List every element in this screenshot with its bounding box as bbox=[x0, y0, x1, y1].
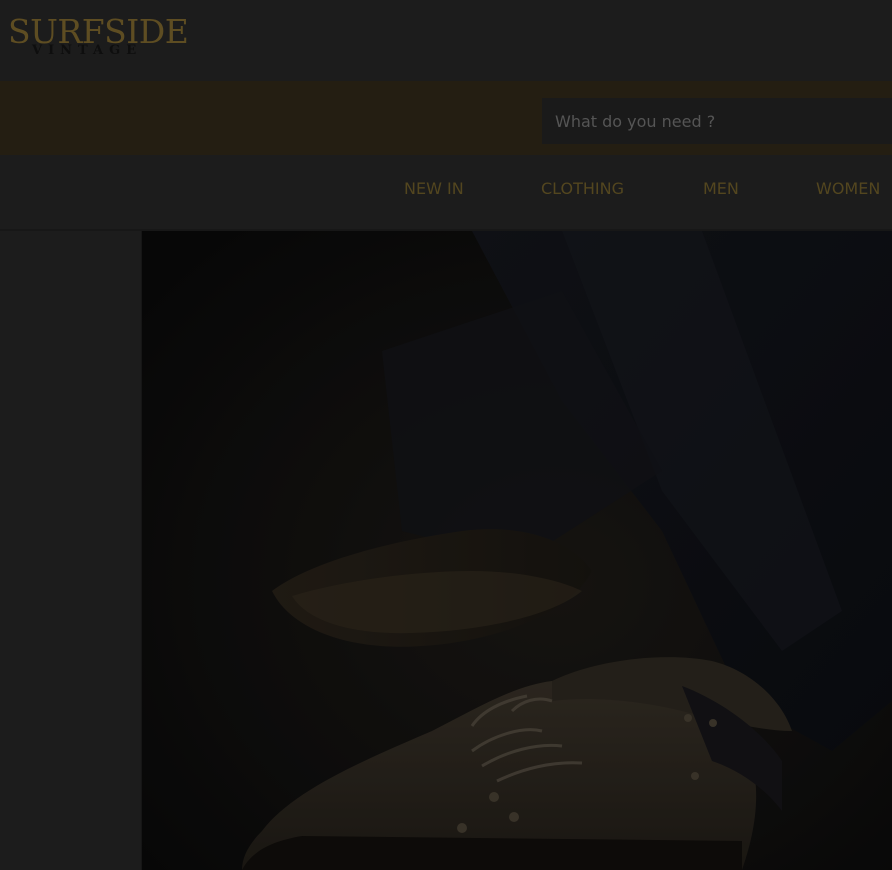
search-band bbox=[0, 81, 892, 155]
nav-item-clothing[interactable]: CLOTHING bbox=[541, 179, 624, 198]
nav-item-new-in[interactable]: NEW IN bbox=[404, 179, 464, 198]
main-nav: NEW IN CLOTHING MEN WOMEN bbox=[0, 155, 892, 229]
search-box bbox=[542, 98, 892, 144]
hero-image[interactable] bbox=[142, 231, 892, 870]
nav-item-men[interactable]: MEN bbox=[703, 179, 739, 198]
page: SURFSIDE VINTAGE NEW IN CLOTHING MEN WOM… bbox=[0, 0, 892, 870]
brand-tagline: VINTAGE bbox=[32, 43, 143, 58]
left-sidebar bbox=[0, 231, 141, 870]
site-header: SURFSIDE VINTAGE bbox=[0, 0, 892, 81]
boots-photo-icon bbox=[142, 231, 892, 870]
brand-logo[interactable]: SURFSIDE VINTAGE bbox=[8, 14, 189, 62]
nav-item-women[interactable]: WOMEN bbox=[816, 179, 880, 198]
search-input[interactable] bbox=[542, 98, 892, 144]
